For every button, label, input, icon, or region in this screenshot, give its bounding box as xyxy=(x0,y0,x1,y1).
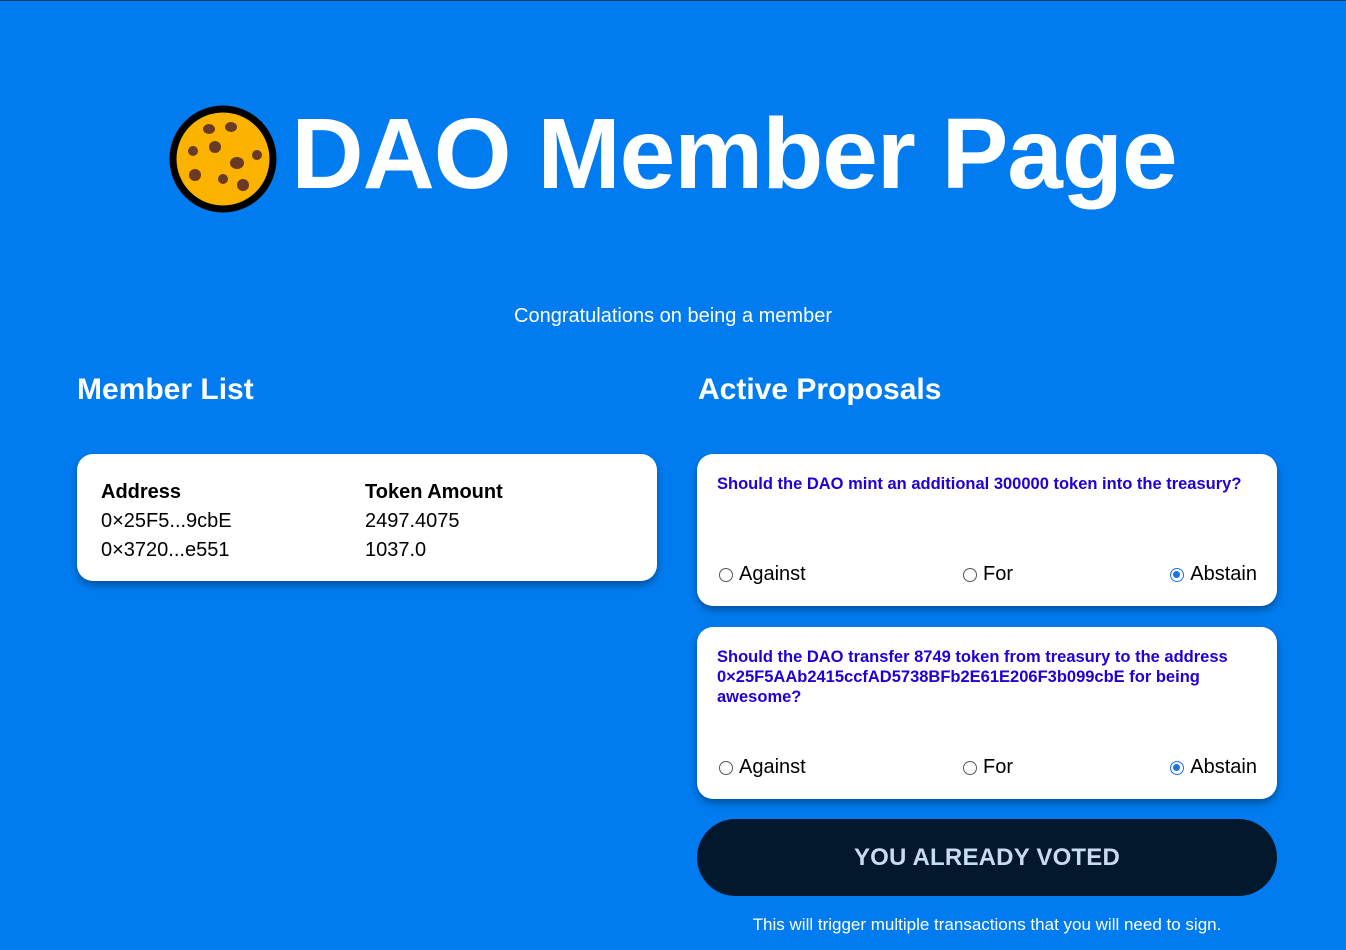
member-list-heading: Member List xyxy=(77,373,254,406)
vote-abstain-radio[interactable] xyxy=(1170,760,1185,775)
member-address: 0×3720...e551 xyxy=(101,539,230,561)
vote-abstain-option[interactable]: Abstain xyxy=(1170,756,1257,779)
vote-against-radio[interactable] xyxy=(719,760,733,775)
member-address: 0×25F5...9cbE xyxy=(101,510,232,532)
vote-for-option[interactable]: For xyxy=(963,563,1013,586)
cookie-icon xyxy=(169,105,277,213)
proposal-card: Should the DAO mint an additional 300000… xyxy=(697,454,1277,606)
vote-for-label: For xyxy=(983,563,1013,585)
proposal-description: Should the DAO mint an additional 300000… xyxy=(717,475,1242,493)
member-list-card: Address Token Amount 0×25F5...9cbE 2497.… xyxy=(77,454,657,581)
vote-against-option[interactable]: Against xyxy=(719,756,806,779)
column-header-token-amount: Token Amount xyxy=(365,481,503,503)
vote-against-option[interactable]: Against xyxy=(719,563,806,586)
member-token-amount: 2497.4075 xyxy=(365,510,460,532)
vote-abstain-option[interactable]: Abstain xyxy=(1170,563,1257,586)
vote-for-radio[interactable] xyxy=(963,567,977,582)
vote-options: Against For Abstain xyxy=(719,756,1257,779)
vote-abstain-label: Abstain xyxy=(1190,563,1257,585)
table-row: 0×3720...e551 1037.0 xyxy=(101,536,629,565)
member-table: Address Token Amount 0×25F5...9cbE 2497.… xyxy=(101,478,629,565)
vote-for-label: For xyxy=(983,756,1013,778)
page-header: DAO Member Page xyxy=(0,101,1346,213)
table-row: 0×25F5...9cbE 2497.4075 xyxy=(101,507,629,536)
vote-for-radio[interactable] xyxy=(963,760,977,775)
page-title: DAO Member Page xyxy=(291,98,1177,210)
active-proposals-heading: Active Proposals xyxy=(698,373,942,406)
vote-abstain-label: Abstain xyxy=(1190,756,1257,778)
vote-for-option[interactable]: For xyxy=(963,756,1013,779)
table-header-row: Address Token Amount xyxy=(101,478,629,507)
vote-against-label: Against xyxy=(739,756,806,778)
vote-against-label: Against xyxy=(739,563,806,585)
member-token-amount: 1037.0 xyxy=(365,539,427,561)
already-voted-button[interactable]: YOU ALREADY VOTED xyxy=(697,819,1277,896)
proposal-description: Should the DAO transfer 8749 token from … xyxy=(717,648,1228,706)
vote-options: Against For Abstain xyxy=(719,563,1257,586)
proposal-card: Should the DAO transfer 8749 token from … xyxy=(697,627,1277,799)
vote-abstain-radio[interactable] xyxy=(1170,567,1185,582)
column-header-address: Address xyxy=(101,481,182,503)
transaction-note: This will trigger multiple transactions … xyxy=(752,915,1222,934)
vote-against-radio[interactable] xyxy=(719,567,733,582)
page-subtitle: Congratulations on being a member xyxy=(514,305,832,327)
